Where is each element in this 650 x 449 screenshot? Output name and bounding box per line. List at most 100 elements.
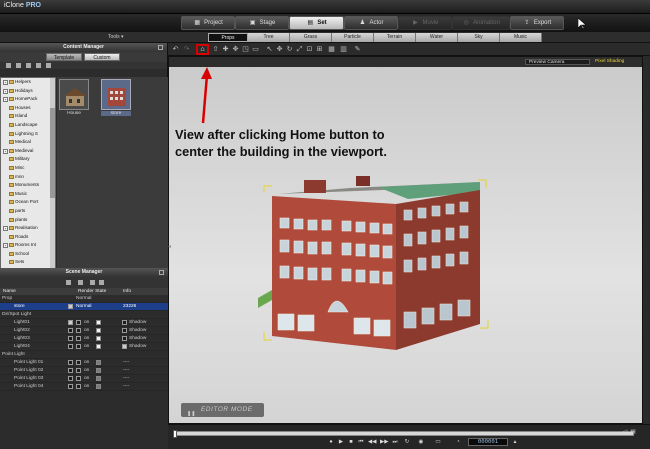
rotate-icon[interactable]: ↻: [286, 46, 293, 53]
select-icon[interactable]: ↖: [266, 46, 273, 53]
tree-scroll-thumb[interactable]: [50, 108, 55, 198]
eye-icon[interactable]: [66, 280, 71, 285]
zoom-view-icon[interactable]: ◳: [242, 46, 249, 53]
record-icon[interactable]: ●: [328, 439, 334, 445]
scene-item-row[interactable]: Point Light 01 on ----: [0, 359, 168, 367]
subtab-water[interactable]: Water: [416, 33, 458, 42]
tree-item[interactable]: School: [1, 250, 55, 259]
light-color-swatch[interactable]: [96, 376, 101, 381]
scene-item-row[interactable]: store Normal 23226: [0, 303, 168, 311]
expand-toggle-icon[interactable]: +: [3, 88, 8, 94]
scene-item-row[interactable]: Light04 on Shadow: [0, 343, 168, 351]
render-state-value[interactable]: Normal: [76, 295, 91, 303]
light-on-checkbox[interactable]: [76, 360, 81, 365]
camera-switch-icon[interactable]: ◉: [418, 439, 424, 445]
shadow-checkbox[interactable]: [122, 344, 127, 349]
visible-checkbox[interactable]: [68, 336, 73, 341]
shading-mode-dropdown[interactable]: Pixel Shading: [595, 59, 624, 64]
play-icon[interactable]: ▶: [338, 439, 344, 445]
subtab-sky[interactable]: Sky: [458, 33, 500, 42]
tree-item[interactable]: parts: [1, 207, 55, 216]
scene-item-row[interactable]: Point Light 02 on ----: [0, 367, 168, 375]
thumbnail-store[interactable]: store: [101, 79, 131, 117]
visible-checkbox[interactable]: [68, 328, 73, 333]
timeline-mode-icon[interactable]: ▭: [432, 439, 444, 445]
tree-item[interactable]: Sets: [1, 258, 55, 267]
column-info[interactable]: Info: [123, 288, 131, 295]
scene-item-row[interactable]: Point Light 04 on ----: [0, 383, 168, 391]
tab-actor[interactable]: ♟ Actor: [344, 16, 398, 30]
transform-icon[interactable]: ✥: [276, 46, 283, 53]
shadow-checkbox[interactable]: [122, 320, 127, 325]
subtab-terrain[interactable]: Terrain: [374, 33, 416, 42]
tree-item[interactable]: mnn: [1, 173, 55, 182]
light-color-swatch[interactable]: [96, 336, 101, 341]
stop-icon[interactable]: ■: [348, 439, 354, 445]
rotate-view-icon[interactable]: ✥: [232, 46, 239, 53]
folder-up-icon[interactable]: [6, 63, 11, 68]
light-color-swatch[interactable]: [96, 368, 101, 373]
paint-icon[interactable]: ✎: [354, 46, 361, 53]
scene-group-row[interactable]: Point Light: [0, 351, 168, 359]
scene-item-row[interactable]: Point Light 03 on ----: [0, 375, 168, 383]
render-state-value[interactable]: Normal: [76, 303, 91, 311]
pin-icon[interactable]: [159, 270, 164, 275]
editor-mode-badge[interactable]: ❚❚ EDITOR MODE: [181, 403, 264, 417]
expand-toggle-icon[interactable]: +: [3, 97, 8, 103]
scene-group-row[interactable]: Prop Normal: [0, 295, 168, 303]
viewport-side-scrollbar[interactable]: [643, 56, 650, 424]
tab-project[interactable]: ▦ Project: [181, 16, 235, 30]
light-color-swatch[interactable]: [96, 328, 101, 333]
tree-item[interactable]: + Medieval: [1, 147, 55, 156]
light-on-checkbox[interactable]: [76, 328, 81, 333]
visible-checkbox[interactable]: [68, 376, 73, 381]
column-render-state[interactable]: Render State: [78, 288, 106, 295]
subtab-music[interactable]: Music: [500, 33, 542, 42]
tab-movie[interactable]: ▶ Movie: [398, 16, 452, 30]
light-on-checkbox[interactable]: [76, 368, 81, 373]
skip-start-icon[interactable]: ⏮: [358, 439, 364, 445]
visible-checkbox[interactable]: [68, 368, 73, 373]
viewport-3d[interactable]: Preview Camera Pixel Shading View after …: [168, 56, 643, 424]
visible-checkbox[interactable]: [68, 344, 73, 349]
tab-custom[interactable]: Custom: [84, 53, 120, 61]
timeline-track[interactable]: [173, 430, 634, 438]
scale-icon[interactable]: ⤢: [296, 46, 303, 53]
tree-item[interactable]: Monuments: [1, 181, 55, 190]
tree-item[interactable]: Misc: [1, 164, 55, 173]
tree-item[interactable]: Landscape: [1, 121, 55, 130]
loop-icon[interactable]: ↻: [404, 439, 410, 445]
light-on-checkbox[interactable]: [76, 320, 81, 325]
tree-item[interactable]: + Helpers: [1, 78, 55, 87]
subtab-grass[interactable]: Grass: [290, 33, 332, 42]
camera-up-icon[interactable]: ⇧: [212, 46, 219, 53]
light-on-checkbox[interactable]: [76, 384, 81, 389]
scene-item-row[interactable]: Light03 on Shadow: [0, 335, 168, 343]
info-icon[interactable]: [99, 280, 104, 285]
tree-item[interactable]: + Rooms Int: [1, 241, 55, 250]
timecode-icon[interactable]: ◔: [455, 439, 461, 445]
snap-icon[interactable]: ⊡: [306, 46, 313, 53]
lock-icon[interactable]: [78, 280, 83, 285]
scene-group-row[interactable]: Dir/Spot Light: [0, 311, 168, 319]
view-icon[interactable]: [46, 63, 51, 68]
subtab-tree[interactable]: Tree: [248, 33, 290, 42]
align-icon[interactable]: ⊞: [316, 46, 323, 53]
light-on-checkbox[interactable]: [76, 344, 81, 349]
thumbnail-house[interactable]: House: [59, 79, 89, 117]
frame-icon[interactable]: ▭: [252, 46, 259, 53]
tab-set[interactable]: ▤ Set: [289, 16, 344, 30]
tree-item[interactable]: Roads: [1, 233, 55, 242]
column-name[interactable]: Name: [3, 288, 16, 295]
tree-item[interactable]: + Holidays: [1, 87, 55, 96]
light-on-checkbox[interactable]: [76, 376, 81, 381]
expand-toggle-icon[interactable]: +: [3, 148, 8, 154]
tree-item[interactable]: Houses: [1, 104, 55, 113]
tree-item[interactable]: Island: [1, 112, 55, 121]
tree-item[interactable]: + HomePack: [1, 95, 55, 104]
tree-item[interactable]: plants: [1, 216, 55, 225]
frame-up-icon[interactable]: ▴: [512, 439, 518, 445]
skip-end-icon[interactable]: ⏭: [392, 439, 398, 445]
light-color-swatch[interactable]: [96, 360, 101, 365]
visible-checkbox[interactable]: [68, 320, 73, 325]
